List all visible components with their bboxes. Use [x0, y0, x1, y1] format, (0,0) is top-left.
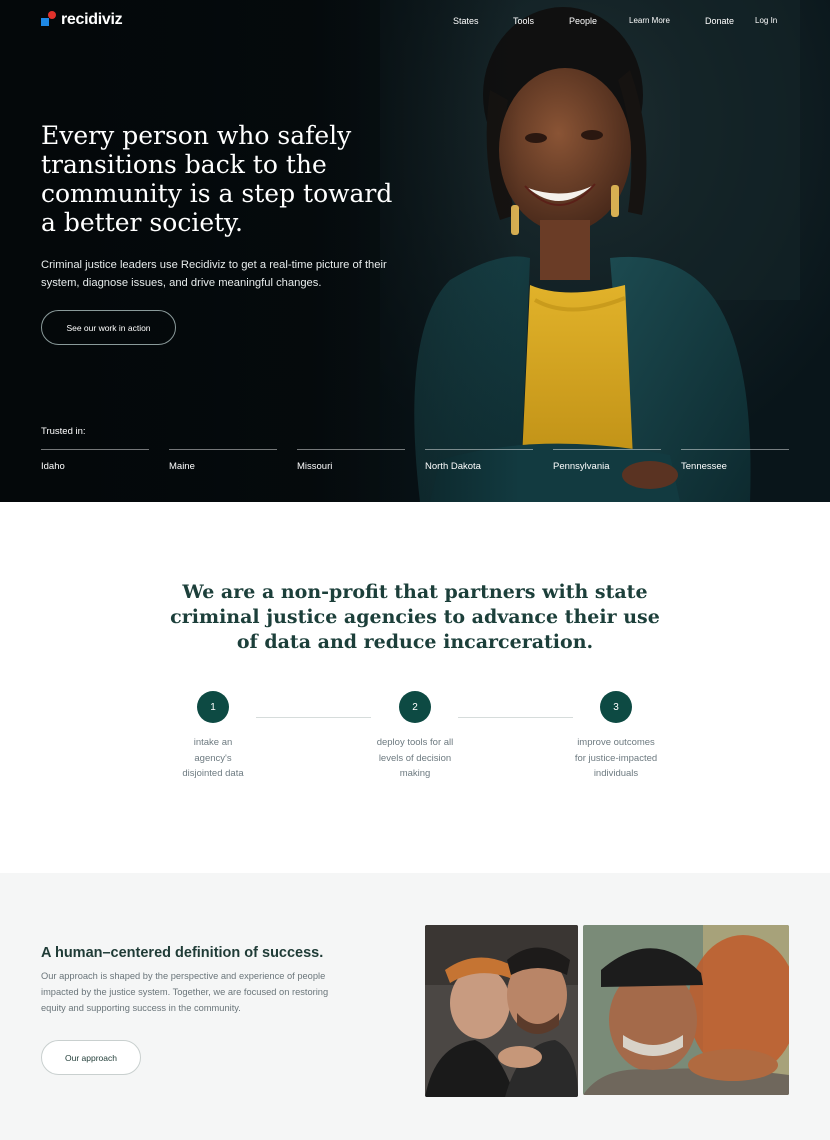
approach-title: A human–centered definition of success. [41, 945, 324, 961]
mission-section: We are a non-profit that partners with s… [0, 502, 830, 873]
state-north-dakota[interactable]: North Dakota [425, 449, 533, 472]
our-approach-button[interactable]: Our approach [41, 1040, 141, 1075]
step-2-text: deploy tools for all levels of decision … [376, 737, 454, 779]
couple-photo [425, 925, 578, 1097]
nav-item-learn-more[interactable]: Learn More [629, 16, 670, 25]
approach-body: Our approach is shaped by the perspectiv… [41, 971, 329, 1013]
nav-item-donate[interactable]: Donate [705, 16, 734, 26]
step-3-badge: 3 [600, 691, 632, 723]
nav-item-states[interactable]: States [453, 16, 479, 26]
step-connector [256, 717, 371, 718]
step-1-badge: 1 [197, 691, 229, 723]
state-tennessee[interactable]: Tennessee [681, 449, 789, 472]
hero-section: recidiviz States Tools People Learn More… [0, 0, 830, 502]
step-2-badge: 2 [399, 691, 431, 723]
mission-title: We are a non-profit that partners with s… [170, 581, 660, 653]
state-idaho[interactable]: Idaho [41, 449, 149, 472]
nav-item-log-in[interactable]: Log In [755, 16, 777, 25]
step-1-text: intake an agency's disjointed data [182, 737, 244, 779]
step-3-text: improve outcomes for justice-impacted in… [574, 737, 658, 779]
state-maine[interactable]: Maine [169, 449, 277, 472]
trusted-label: Trusted in: [41, 426, 86, 437]
elder-man-photo [583, 925, 789, 1095]
top-nav: States Tools People Learn More Donate Lo… [0, 16, 830, 30]
approach-section: A human–centered definition of success. … [0, 873, 830, 1140]
state-pennsylvania[interactable]: Pennsylvania [553, 449, 661, 472]
see-our-work-button[interactable]: See our work in action [41, 310, 176, 345]
state-missouri[interactable]: Missouri [297, 449, 405, 472]
nav-item-people[interactable]: People [569, 16, 597, 26]
step-connector [458, 717, 573, 718]
hero-title: Every person who safely transitions back… [41, 121, 393, 237]
hero-subtitle: Criminal justice leaders use Recidiviz t… [41, 259, 387, 289]
nav-item-tools[interactable]: Tools [513, 16, 534, 26]
